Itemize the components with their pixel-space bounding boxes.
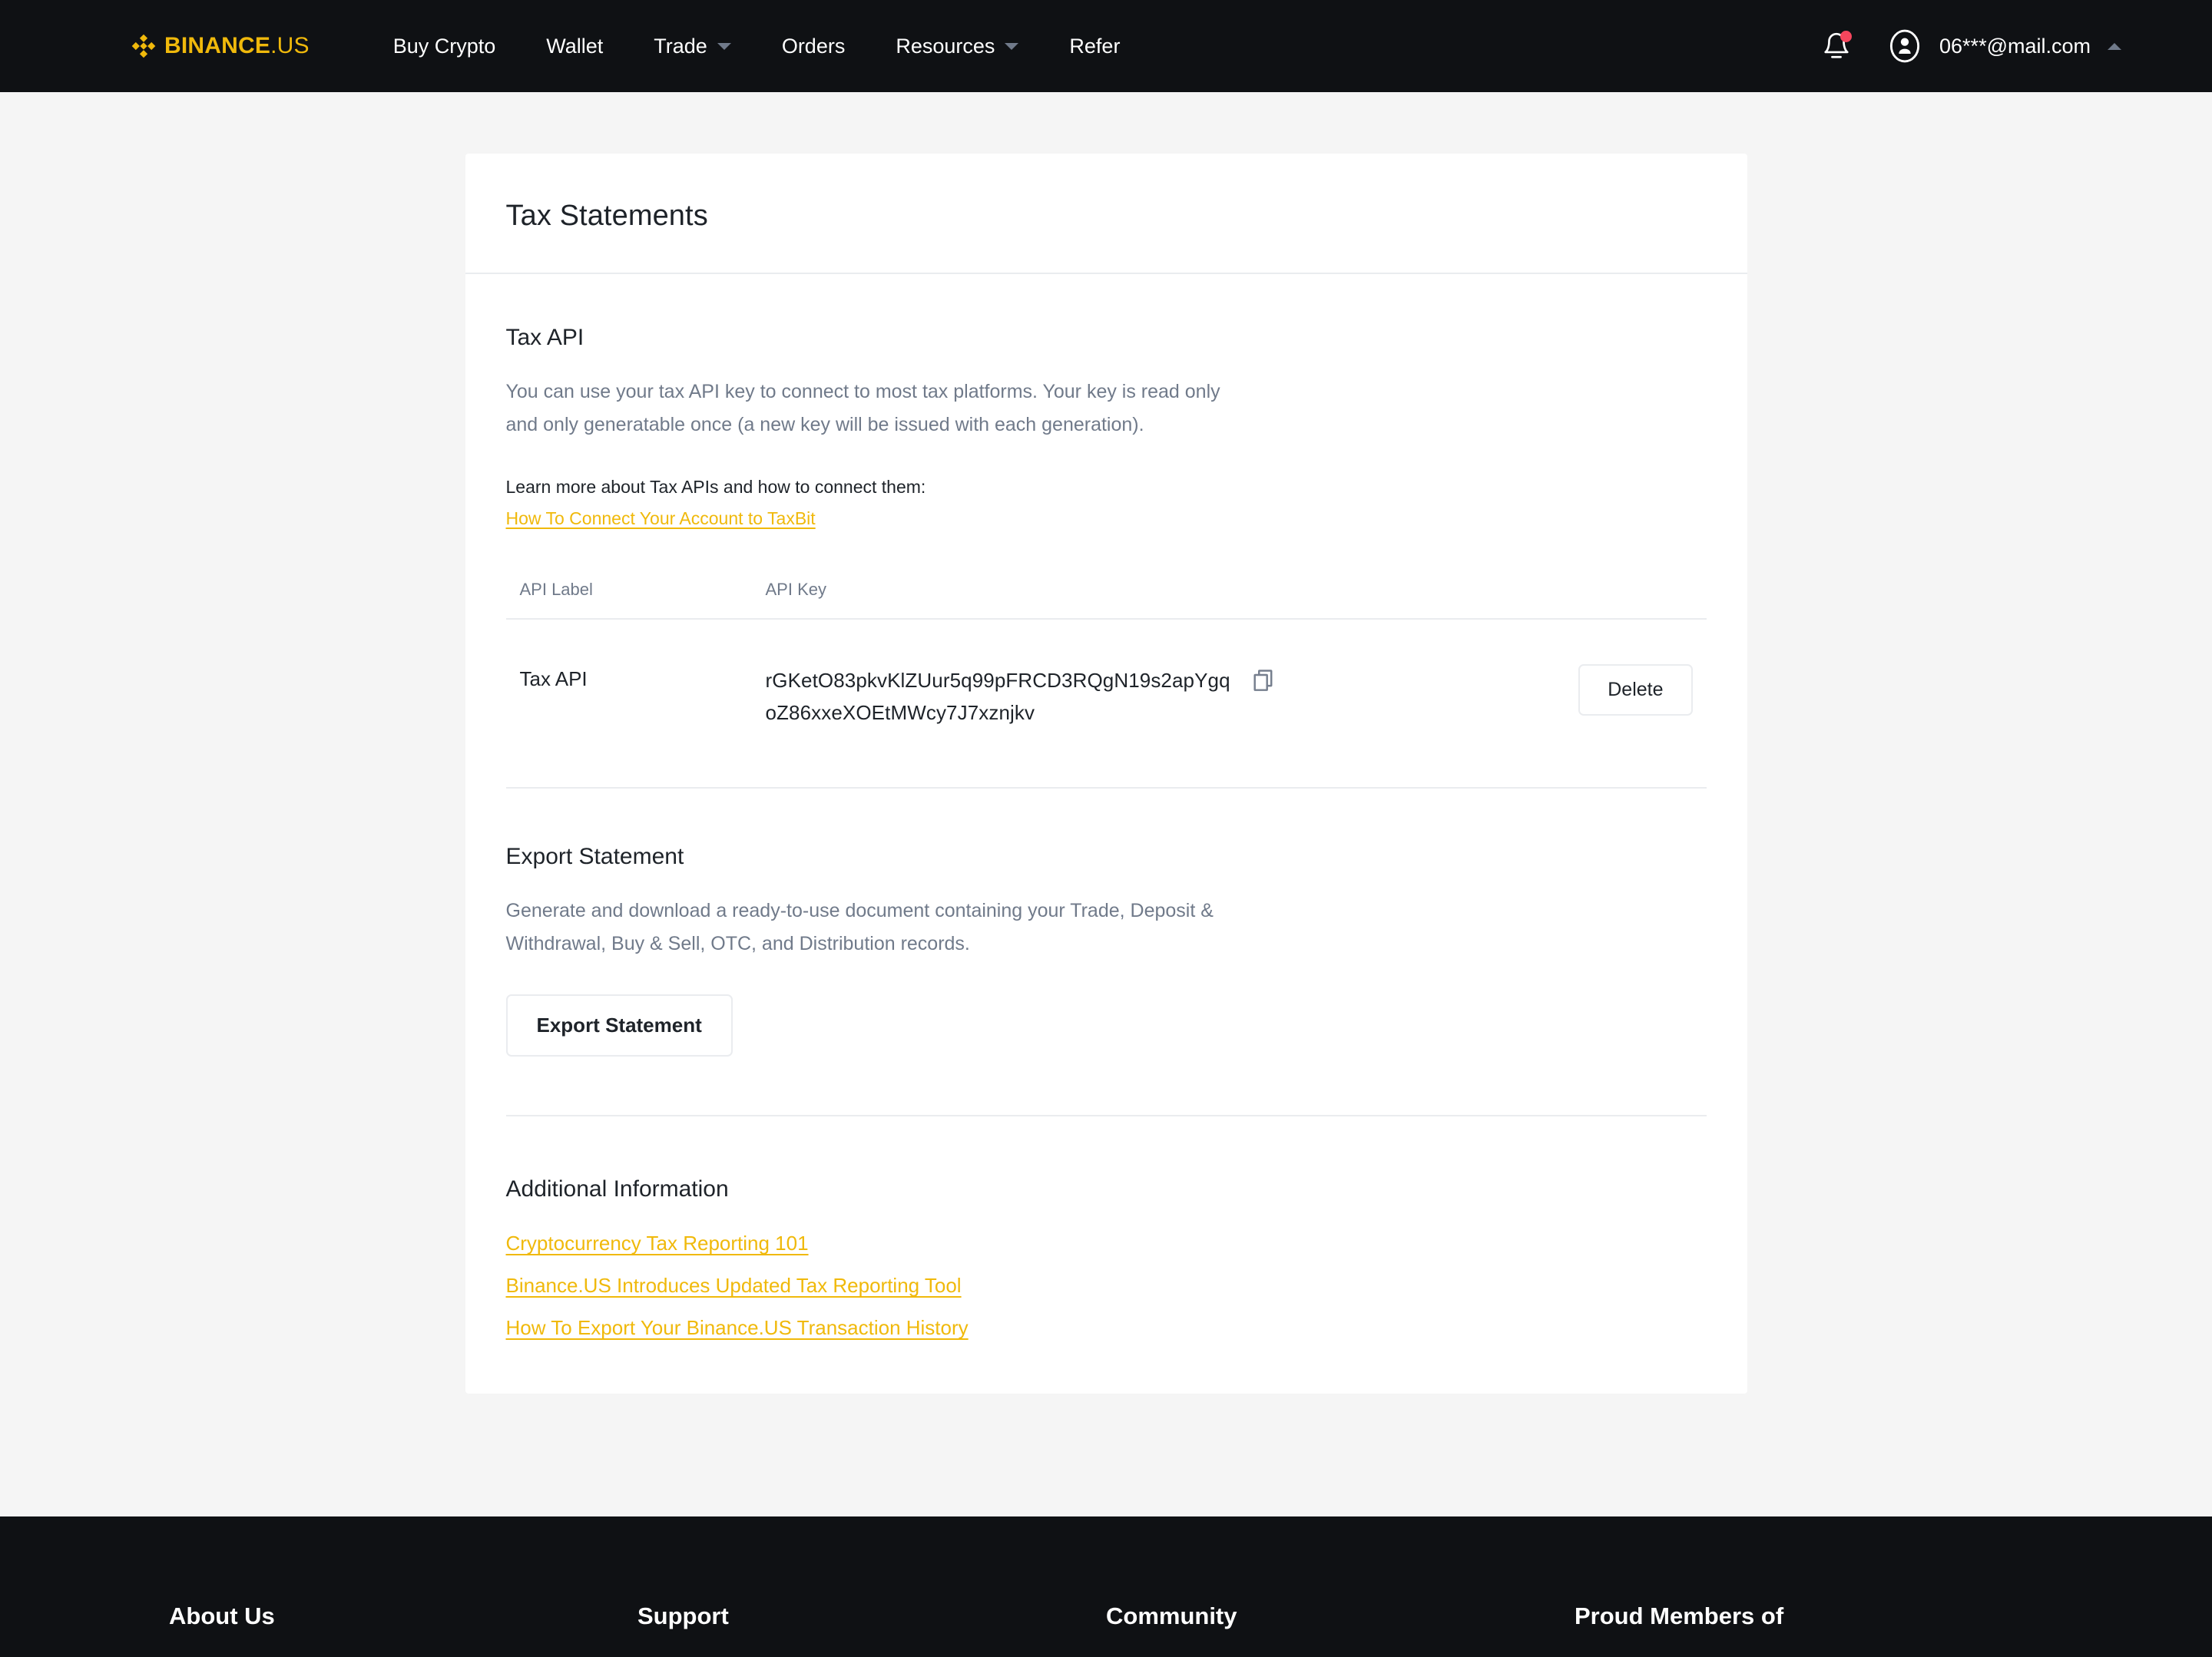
nav-label: Wallet [546,34,604,58]
column-header-actions [1532,580,1693,600]
cell-api-key: rGKetO83pkvKlZUur5q99pFRCD3RQgN19s2apYgq… [766,664,1532,729]
tax-api-heading: Tax API [505,325,584,350]
link-updated-tax-reporting-tool[interactable]: Binance.US Introduces Updated Tax Report… [506,1274,962,1298]
card-header: Tax Statements [465,154,1747,274]
footer-column-title: Community [1106,1602,1237,1629]
footer-column-title: About Us [169,1602,275,1629]
footer-column-title: Proud Members of [1575,1602,1784,1629]
footer-column-proud-members: Proud Members of BLOCKCHAIN ASSOCIATION [1575,1602,2043,1657]
tax-api-section: Tax API You can use your tax API key to … [505,325,1707,789]
table-row: Tax API rGKetO83pkvKlZUur5q99pFRCD3RQgN1… [506,620,1707,729]
logo-brand: BINANCE [164,33,271,58]
nav-label: Orders [781,34,846,58]
notifications-button[interactable] [1820,29,1853,63]
footer-column-community: Community f Facebook [1106,1602,1575,1657]
taxbit-connect-link[interactable]: How To Connect Your Account to TaxBit [506,508,816,529]
footer-column-title: Support [637,1602,729,1629]
footer-column-about-us: About Us About Us [169,1602,637,1657]
notification-badge-dot [1840,31,1853,42]
tax-api-description: You can use your tax API key to connect … [505,381,1220,435]
logo-suffix: .US [270,33,310,58]
delete-api-key-button[interactable]: Delete [1578,664,1693,716]
card-body: Tax API You can use your tax API key to … [465,274,1747,1394]
page-content: Tax Statements Tax API You can use your … [0,154,2212,1516]
tax-statements-card: Tax Statements Tax API You can use your … [465,154,1747,1394]
table-header-row: API Label API Key [505,580,1707,620]
column-header-api-label: API Label [519,580,593,599]
export-statement-button[interactable]: Export Statement [505,994,733,1057]
link-crypto-tax-reporting-101[interactable]: Cryptocurrency Tax Reporting 101 [506,1232,809,1255]
binance-diamond-icon [131,33,157,59]
user-avatar-icon [1889,29,1920,63]
link-export-transaction-history[interactable]: How To Export Your Binance.US Transactio… [506,1316,969,1340]
copy-icon[interactable] [1253,669,1276,693]
export-statement-section: Export Statement Generate and download a… [505,789,1707,1117]
nav-item-refer[interactable]: Refer [1044,35,1145,58]
account-email-label: 06***@mail.com [1939,34,2091,58]
account-menu-button[interactable]: 06***@mail.com [1887,28,2121,64]
footer-column-support: Support API Documentation [637,1602,1106,1657]
logo-wordmark: BINANCE.US [164,33,310,59]
column-header-api-key: API Key [765,580,826,599]
header-actions: 06***@mail.com [1820,28,2121,64]
learn-more-label: Learn more about Tax APIs and how to con… [505,477,926,497]
nav-label: Trade [654,34,707,58]
export-heading: Export Statement [505,844,684,870]
nav-label: Buy Crypto [392,34,496,58]
cell-actions: Delete [1532,664,1693,716]
main-nav: Buy Crypto Wallet Trade Orders Resources… [368,35,1146,58]
learn-more-block: Learn more about Tax APIs and how to con… [506,477,1707,529]
nav-item-buy-crypto[interactable]: Buy Crypto [368,35,522,58]
chevron-up-icon [2108,42,2121,50]
nav-item-orders[interactable]: Orders [757,35,871,58]
chevron-down-icon [1005,42,1019,50]
nav-label: Refer [1069,34,1121,58]
additional-heading: Additional Information [505,1176,729,1202]
top-navigation-bar: BINANCE.US Buy Crypto Wallet Trade Order… [0,0,2212,92]
additional-information-section: Additional Information Cryptocurrency Ta… [506,1116,1707,1340]
cell-api-label: Tax API [519,667,588,690]
nav-item-wallet[interactable]: Wallet [521,35,628,58]
page-title: Tax Statements [505,200,708,232]
nav-label: Resources [896,34,995,58]
api-key-value: rGKetO83pkvKlZUur5q99pFRCD3RQgN19s2apYgq… [765,669,1230,725]
export-description: Generate and download a ready-to-use doc… [505,900,1214,955]
api-keys-table: API Label API Key Tax API rGKetO83pkvKlZ… [505,580,1707,729]
nav-item-resources[interactable]: Resources [870,35,1044,58]
binance-us-logo[interactable]: BINANCE.US [131,33,310,59]
chevron-down-icon [717,42,731,50]
additional-links-list: Cryptocurrency Tax Reporting 101 Binance… [506,1232,1707,1340]
nav-item-trade[interactable]: Trade [628,35,757,58]
site-footer: About Us About Us Support API Documentat… [0,1516,2212,1657]
